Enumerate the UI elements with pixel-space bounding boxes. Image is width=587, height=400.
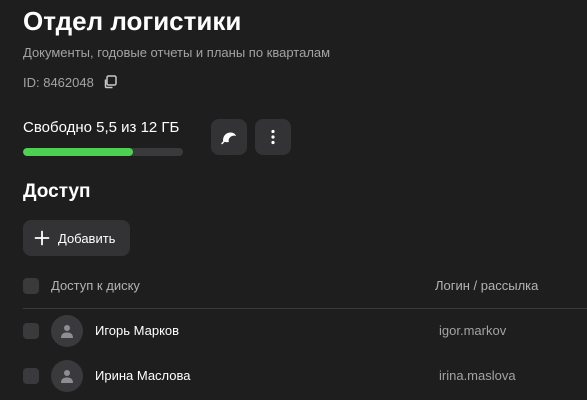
column-header-login: Логин / рассылка — [435, 278, 539, 293]
user-name: Игорь Марков — [95, 323, 180, 338]
page-title: Отдел логистики — [23, 6, 242, 36]
storage-progress-bar — [23, 148, 183, 156]
storage-progress-fill — [23, 148, 134, 156]
storage-status: Свободно 5,5 из 12 ГБ — [23, 119, 180, 136]
half-moon-icon — [221, 132, 236, 145]
page-subtitle: Документы, годовые отчеты и планы по ква… — [23, 45, 331, 60]
more-button[interactable] — [255, 119, 291, 155]
add-user-button[interactable]: Добавить — [23, 220, 131, 256]
add-user-button-label: Добавить — [58, 230, 116, 246]
user-name: Ирина Маслова — [95, 368, 191, 383]
access-section-title: Доступ — [23, 181, 91, 202]
avatar — [51, 360, 83, 392]
access-table: Доступ к диску Логин / рассылка Игорь Ма… — [23, 266, 587, 399]
user-icon — [61, 370, 73, 383]
table-row[interactable]: Игорь Марков igor.markov — [23, 309, 587, 354]
table-row[interactable]: Ирина Маслова irina.maslova — [23, 354, 587, 399]
disk-id: ID: 8462048 — [23, 73, 118, 91]
more-vertical-icon — [271, 129, 275, 145]
user-login: irina.maslova — [439, 368, 516, 383]
column-header-access: Доступ к диску — [51, 278, 140, 293]
row-checkbox[interactable] — [23, 323, 39, 339]
copy-id-button[interactable] — [102, 74, 118, 90]
disk-id-label: ID: 8462048 — [23, 74, 94, 90]
copy-icon — [104, 75, 117, 89]
avatar — [51, 315, 83, 347]
user-icon — [61, 325, 73, 338]
theme-button[interactable] — [211, 119, 247, 155]
user-login: igor.markov — [439, 323, 507, 338]
plus-icon — [34, 230, 50, 246]
row-checkbox[interactable] — [23, 368, 39, 384]
table-header: Доступ к диску Логин / рассылка — [23, 266, 587, 309]
select-all-checkbox[interactable] — [23, 278, 39, 294]
